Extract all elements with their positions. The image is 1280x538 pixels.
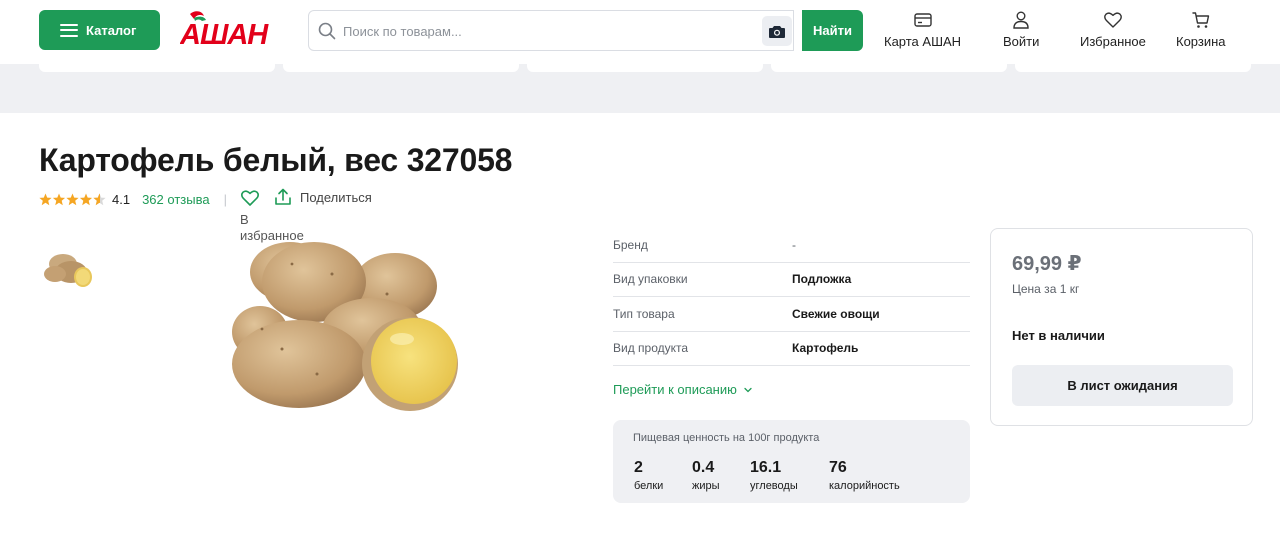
share-icon	[275, 188, 291, 205]
nutrition-item-calories: 76 калорийность	[829, 459, 900, 492]
go-to-description-label: Перейти к описанию	[613, 382, 737, 397]
heart-icon	[1104, 12, 1122, 28]
nutrition-panel: Пищевая ценность на 100г продукта 2 белк…	[613, 420, 970, 503]
banner-tile[interactable]	[771, 64, 1007, 72]
cart-icon	[1192, 12, 1209, 28]
price-per-unit: Цена за 1 кг	[1012, 282, 1080, 296]
share-label: Поделиться	[300, 189, 372, 205]
rating-value: 4.1	[112, 191, 131, 207]
nav-cart-label: Корзина	[1176, 34, 1226, 49]
spec-value: Картофель	[792, 341, 859, 356]
auchan-logo[interactable]: АШАН	[179, 10, 292, 51]
nutrition-value: 0.4	[692, 459, 715, 476]
nutrition-label: углеводы	[750, 480, 798, 492]
spec-row-brand: Бренд -	[613, 228, 970, 263]
nutrition-label: белки	[634, 480, 664, 492]
logo-text: АШАН	[180, 19, 269, 46]
search-input[interactable]	[343, 20, 753, 42]
reviews-link[interactable]: 362 отзыва	[142, 192, 210, 207]
search-bar	[308, 10, 794, 51]
product-meta: 4.1 362 отзыва |	[39, 188, 241, 210]
nutrition-value: 76	[829, 459, 847, 476]
nav-cart[interactable]: Корзина	[1176, 10, 1226, 49]
spec-value: Свежие овощи	[792, 306, 880, 321]
banner-tile[interactable]	[527, 64, 763, 72]
spec-key: Бренд	[613, 237, 648, 252]
card-icon	[913, 13, 932, 27]
product-title: Картофель белый, вес 327058	[39, 142, 513, 178]
product-main-image[interactable]	[222, 234, 467, 419]
user-icon	[1013, 11, 1029, 29]
spec-row-product-kind: Вид продукта Картофель	[613, 332, 970, 366]
nutrition-label: калорийность	[829, 480, 900, 492]
nutrition-value: 16.1	[750, 459, 782, 476]
meta-divider: |	[223, 191, 227, 207]
price-value: 69,99 ₽	[1012, 253, 1082, 275]
banner-tile[interactable]	[1015, 64, 1251, 72]
banner-tile[interactable]	[283, 64, 519, 72]
menu-icon	[60, 23, 78, 37]
banner-tile[interactable]	[39, 64, 275, 72]
price-card: 69,99 ₽ Цена за 1 кг Нет в наличии В лис…	[990, 228, 1253, 426]
camera-icon	[769, 25, 785, 38]
camera-search-button[interactable]	[762, 16, 792, 46]
heart-icon	[241, 190, 259, 206]
nav-auchan-card-label: Карта АШАН	[884, 34, 962, 49]
spec-row-package: Вид упаковки Подложка	[613, 263, 970, 297]
nutrition-item-carbs: 16.1 углеводы	[750, 459, 798, 492]
nav-login-label: Войти	[1003, 34, 1040, 49]
nav-favorites-label: Избранное	[1080, 34, 1146, 49]
spec-value: Подложка	[792, 272, 852, 287]
spec-key: Вид упаковки	[613, 272, 688, 287]
spec-key: Тип товара	[613, 306, 675, 321]
nutrition-item-fat: 0.4 жиры	[692, 459, 720, 492]
search-icon	[318, 22, 336, 40]
nutrition-item-protein: 2 белки	[634, 459, 663, 492]
spec-value: -	[792, 237, 796, 252]
nav-auchan-card[interactable]: Карта АШАН	[884, 10, 961, 49]
product-specs: Бренд - Вид упаковки Подложка Тип товара…	[613, 228, 970, 366]
nav-favorites[interactable]: Избранное	[1080, 10, 1146, 49]
nav-login[interactable]: Войти	[1003, 10, 1039, 49]
find-button[interactable]: Найти	[802, 10, 863, 51]
chevron-down-icon	[744, 387, 752, 392]
site-header: Каталог АШАН Найти Карта	[0, 0, 1280, 64]
rating-stars	[39, 193, 106, 206]
banner-strip	[0, 64, 1280, 113]
go-to-description-link[interactable]: Перейти к описанию	[613, 382, 753, 397]
spec-row-type: Тип товара Свежие овощи	[613, 297, 970, 332]
product-thumbnail[interactable]	[41, 244, 97, 296]
nutrition-caption: Пищевая ценность на 100г продукта	[633, 432, 820, 444]
nutrition-value: 2	[634, 459, 643, 476]
spec-key: Вид продукта	[613, 341, 689, 356]
share-button[interactable]: Поделиться	[274, 188, 372, 206]
stock-status: Нет в наличии	[1012, 328, 1105, 343]
catalog-label: Каталог	[86, 22, 137, 38]
nutrition-label: жиры	[692, 480, 720, 492]
waitlist-button[interactable]: В лист ожидания	[1012, 365, 1233, 406]
catalog-button[interactable]: Каталог	[39, 10, 160, 50]
